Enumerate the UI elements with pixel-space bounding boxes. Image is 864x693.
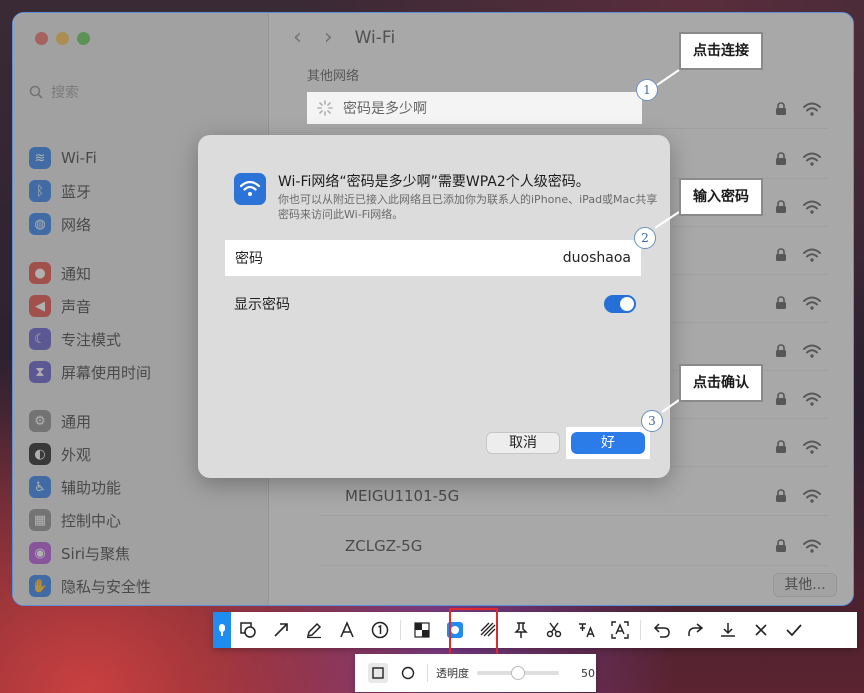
arrow-tool-button[interactable]	[264, 612, 297, 648]
close-icon	[754, 624, 767, 636]
dialog-subtitle: 你也可以从附近已接入此网络且已添加你为联系人的iPhone、iPad或Mac共享…	[278, 193, 658, 221]
ok-button-highlight: 好	[566, 427, 650, 459]
selected-network-row[interactable]: 密码是多少啊	[307, 92, 642, 124]
toolbar-separator	[400, 620, 401, 640]
show-password-row: 显示密码	[234, 292, 636, 316]
cancel-button[interactable]: 取消	[486, 432, 560, 454]
toolbar-pin-handle[interactable]	[213, 612, 231, 648]
undo-icon	[653, 623, 670, 638]
undo-button[interactable]	[645, 612, 678, 648]
text-tool-button[interactable]	[330, 612, 363, 648]
cancel-capture-button[interactable]	[744, 612, 777, 648]
download-icon	[720, 623, 735, 637]
arrow-tool-icon	[273, 623, 288, 637]
annotation-toolbar	[213, 612, 857, 648]
mosaic-tool-icon	[413, 622, 430, 638]
opacity-slider[interactable]	[477, 666, 559, 680]
password-label: 密码	[235, 251, 263, 267]
opacity-slider-knob[interactable]	[511, 666, 525, 680]
show-password-label: 显示密码	[234, 297, 290, 313]
redo-icon	[687, 623, 703, 636]
callout-2: 输入密码	[679, 178, 763, 216]
pin-handle-icon	[219, 624, 225, 636]
confirm-capture-button[interactable]	[777, 612, 810, 648]
translate-tool-icon	[578, 623, 595, 638]
ok-button[interactable]: 好	[571, 432, 645, 454]
subbar-separator	[427, 664, 428, 682]
active-tool-outline	[449, 608, 498, 656]
password-field[interactable]: 密码 duoshaoa	[225, 240, 641, 276]
selected-network-name: 密码是多少啊	[343, 101, 427, 117]
scissors-tool-icon	[546, 622, 561, 638]
confirm-icon	[785, 624, 802, 637]
opacity-label: 透明度	[436, 667, 469, 680]
callout-number-2: 2	[634, 227, 656, 249]
mosaic-tool-button[interactable]	[405, 612, 438, 648]
callout-number-1: 1	[636, 79, 658, 101]
pen-tool-icon	[306, 622, 321, 639]
callout-3: 点击确认	[679, 364, 763, 402]
pen-tool-button[interactable]	[297, 612, 330, 648]
tool-options-bar: 透明度 50	[355, 654, 596, 692]
password-value[interactable]: duoshaoa	[563, 250, 631, 266]
rectangle-tool-icon	[239, 622, 256, 638]
pin-tool-icon	[513, 622, 528, 638]
scissors-tool-button[interactable]	[537, 612, 570, 648]
circle-shape-icon[interactable]	[397, 662, 419, 684]
download-button[interactable]	[711, 612, 744, 648]
number-tool-button[interactable]	[363, 612, 396, 648]
number-tool-icon	[371, 621, 388, 639]
ocr-tool-button[interactable]	[603, 612, 636, 648]
ocr-tool-icon	[610, 621, 629, 639]
redo-button[interactable]	[678, 612, 711, 648]
callout-1: 点击连接	[679, 32, 763, 70]
toolbar-separator	[640, 620, 641, 640]
dialog-title: Wi-Fi网络“密码是多少啊”需要WPA2个人级密码。	[278, 174, 590, 190]
shape-tool-button[interactable]	[231, 612, 264, 648]
spinner-icon	[317, 100, 333, 116]
show-password-toggle[interactable]	[604, 295, 636, 313]
callout-number-3: 3	[641, 410, 663, 432]
text-tool-icon	[339, 621, 354, 638]
square-shape-icon[interactable]	[367, 662, 389, 684]
wifi-icon	[234, 173, 266, 205]
opacity-value: 50	[581, 666, 595, 680]
translate-tool-button[interactable]	[570, 612, 603, 648]
pin-tool-button[interactable]	[504, 612, 537, 648]
